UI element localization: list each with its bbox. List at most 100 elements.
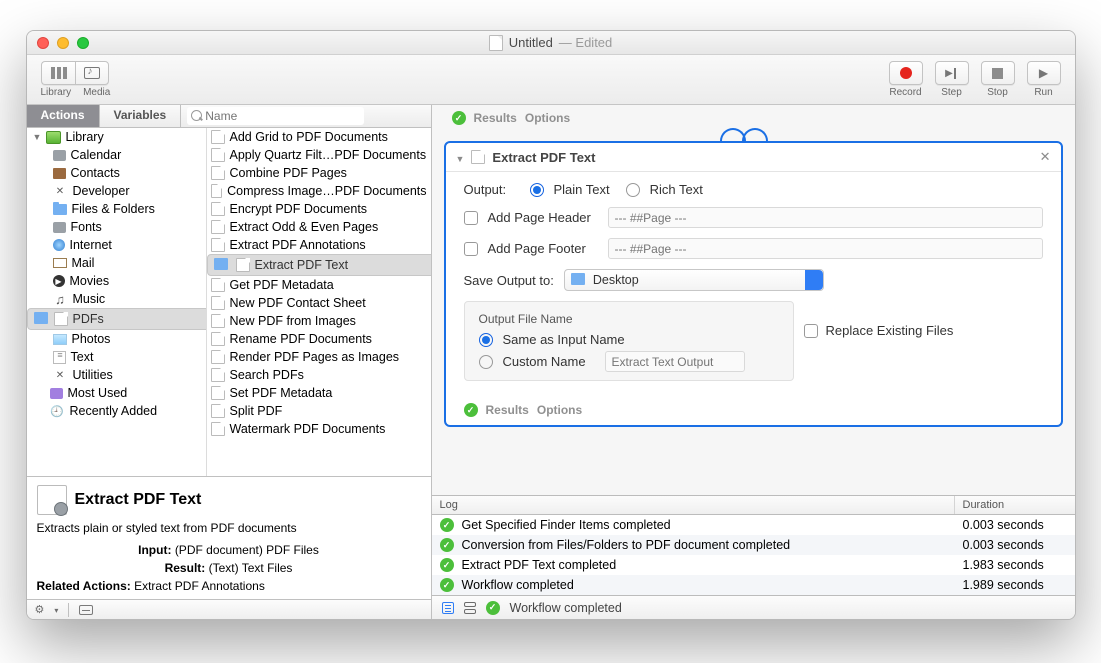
sidebar-item-mail[interactable]: Mail xyxy=(27,254,206,272)
record-button[interactable] xyxy=(889,61,923,85)
log-col-duration[interactable]: Duration xyxy=(955,496,1075,514)
gear-icon[interactable] xyxy=(35,603,45,616)
action-description: Extract PDF Text Extracts plain or style… xyxy=(27,476,431,599)
check-icon xyxy=(464,403,478,417)
radio-plain-text-label[interactable]: Plain Text xyxy=(554,182,610,197)
action-item[interactable]: Split PDF xyxy=(207,402,431,420)
sidebar-item-calendar[interactable]: Calendar xyxy=(27,146,206,164)
zoom-window-icon[interactable] xyxy=(77,37,89,49)
checkbox-add-header[interactable] xyxy=(464,211,478,225)
sidebar-library[interactable]: ▼Library xyxy=(27,128,206,146)
action-item[interactable]: Render PDF Pages as Images xyxy=(207,348,431,366)
pdf-action-icon xyxy=(211,422,225,436)
desc-result: (Text) Text Files xyxy=(209,561,293,575)
sidebar-item-files-folders[interactable]: Files & Folders xyxy=(27,200,206,218)
action-item[interactable]: Search PDFs xyxy=(207,366,431,384)
action-item[interactable]: Extract Odd & Even Pages xyxy=(207,218,431,236)
add-header-label[interactable]: Add Page Header xyxy=(488,210,598,225)
action-item[interactable]: Compress Image…PDF Documents xyxy=(207,182,431,200)
desc-input: (PDF document) PDF Files xyxy=(175,543,319,557)
sidebar-item-developer[interactable]: Developer xyxy=(27,182,206,200)
radio-same-as-input[interactable] xyxy=(479,333,493,347)
add-footer-label[interactable]: Add Page Footer xyxy=(488,241,598,256)
sidebar-item-pdfs[interactable]: PDFs xyxy=(27,308,207,330)
workflow-canvas[interactable]: Results Options Extract PDF Text ✕ xyxy=(432,105,1075,495)
log-row[interactable]: Conversion from Files/Folders to PDF doc… xyxy=(432,535,1075,555)
library-sidebar[interactable]: ▼LibraryCalendarContactsDeveloperFiles &… xyxy=(27,128,207,476)
minimize-window-icon[interactable] xyxy=(57,37,69,49)
action-item[interactable]: New PDF from Images xyxy=(207,312,431,330)
search-input[interactable] xyxy=(187,107,364,125)
pdf-action-icon xyxy=(211,386,225,400)
action-item[interactable]: Set PDF Metadata xyxy=(207,384,431,402)
checkbox-replace-existing[interactable] xyxy=(804,324,818,338)
tab-actions[interactable]: Actions xyxy=(27,105,100,127)
action-item[interactable]: Extract PDF Annotations xyxy=(207,236,431,254)
sidebar-item-fonts[interactable]: Fonts xyxy=(27,218,206,236)
chevron-updown-icon: ▲▼ xyxy=(810,273,818,289)
sidebar-recently-added[interactable]: Recently Added xyxy=(27,402,206,420)
action-item[interactable]: Watermark PDF Documents xyxy=(207,420,431,438)
split-view-icon[interactable] xyxy=(464,602,476,614)
gear-menu-arrow-icon[interactable] xyxy=(54,604,58,616)
document-icon xyxy=(489,35,503,51)
same-as-input-label[interactable]: Same as Input Name xyxy=(503,332,625,347)
action-item[interactable]: New PDF Contact Sheet xyxy=(207,294,431,312)
library-button[interactable] xyxy=(41,61,75,85)
sidebar-item-internet[interactable]: Internet xyxy=(27,236,206,254)
footer-input[interactable] xyxy=(608,238,1043,259)
log-row[interactable]: Workflow completed1.989 seconds xyxy=(432,575,1075,595)
desc-title: Extract PDF Text xyxy=(75,488,202,512)
radio-custom-name[interactable] xyxy=(479,355,493,369)
card-options-label[interactable]: Options xyxy=(537,403,582,417)
action-item[interactable]: Add Grid to PDF Documents xyxy=(207,128,431,146)
log-row[interactable]: Extract PDF Text completed1.983 seconds xyxy=(432,555,1075,575)
step-button[interactable] xyxy=(935,61,969,85)
log-row[interactable]: Get Specified Finder Items completed0.00… xyxy=(432,515,1075,535)
close-window-icon[interactable] xyxy=(37,37,49,49)
replace-existing-label[interactable]: Replace Existing Files xyxy=(826,323,954,338)
pdf-action-icon xyxy=(211,350,225,364)
close-icon[interactable]: ✕ xyxy=(1040,149,1051,165)
pdf-icon xyxy=(471,150,485,164)
action-item[interactable]: Rename PDF Documents xyxy=(207,330,431,348)
custom-name-label[interactable]: Custom Name xyxy=(503,354,595,369)
radio-rich-text[interactable] xyxy=(626,183,640,197)
disclosure-icon[interactable] xyxy=(456,150,465,165)
tab-variables[interactable]: Variables xyxy=(100,105,182,127)
prev-options-label[interactable]: Options xyxy=(525,111,570,125)
run-button[interactable] xyxy=(1027,61,1061,85)
preview-icon xyxy=(37,485,67,515)
action-item[interactable]: Extract PDF Text xyxy=(207,254,431,276)
prev-results-label[interactable]: Results xyxy=(474,111,517,125)
header-input[interactable] xyxy=(608,207,1043,228)
action-item[interactable]: Combine PDF Pages xyxy=(207,164,431,182)
sidebar-item-text[interactable]: Text xyxy=(27,348,206,366)
action-item[interactable]: Get PDF Metadata xyxy=(207,276,431,294)
log-col-log[interactable]: Log xyxy=(432,496,955,514)
sidebar-item-music[interactable]: ♫Music xyxy=(27,290,206,308)
media-button[interactable] xyxy=(75,61,109,85)
check-icon xyxy=(452,111,466,125)
save-output-select[interactable]: Desktop ▲▼ xyxy=(564,269,824,291)
toggle-icon[interactable] xyxy=(79,605,93,615)
custom-name-input[interactable] xyxy=(605,351,745,372)
radio-plain-text[interactable] xyxy=(530,183,544,197)
list-view-icon[interactable] xyxy=(442,602,454,614)
sidebar-item-utilities[interactable]: Utilities xyxy=(27,366,206,384)
stop-button[interactable] xyxy=(981,61,1015,85)
checkbox-add-footer[interactable] xyxy=(464,242,478,256)
sidebar-item-movies[interactable]: ▶Movies xyxy=(27,272,206,290)
radio-rich-text-label[interactable]: Rich Text xyxy=(650,182,703,197)
sidebar-item-contacts[interactable]: Contacts xyxy=(27,164,206,182)
action-item[interactable]: Apply Quartz Filt…PDF Documents xyxy=(207,146,431,164)
card-results-label[interactable]: Results xyxy=(486,403,529,417)
sidebar-item-photos[interactable]: Photos xyxy=(27,330,206,348)
action-card-extract-pdf-text[interactable]: Extract PDF Text ✕ Output: Plain Text Ri… xyxy=(444,141,1063,427)
desc-summary: Extracts plain or styled text from PDF d… xyxy=(37,519,421,537)
sidebar-most-used[interactable]: Most Used xyxy=(27,384,206,402)
log-body[interactable]: Get Specified Finder Items completed0.00… xyxy=(432,515,1075,595)
actions-list[interactable]: Add Grid to PDF DocumentsApply Quartz Fi… xyxy=(207,128,431,476)
action-item[interactable]: Encrypt PDF Documents xyxy=(207,200,431,218)
media-icon xyxy=(84,67,100,79)
